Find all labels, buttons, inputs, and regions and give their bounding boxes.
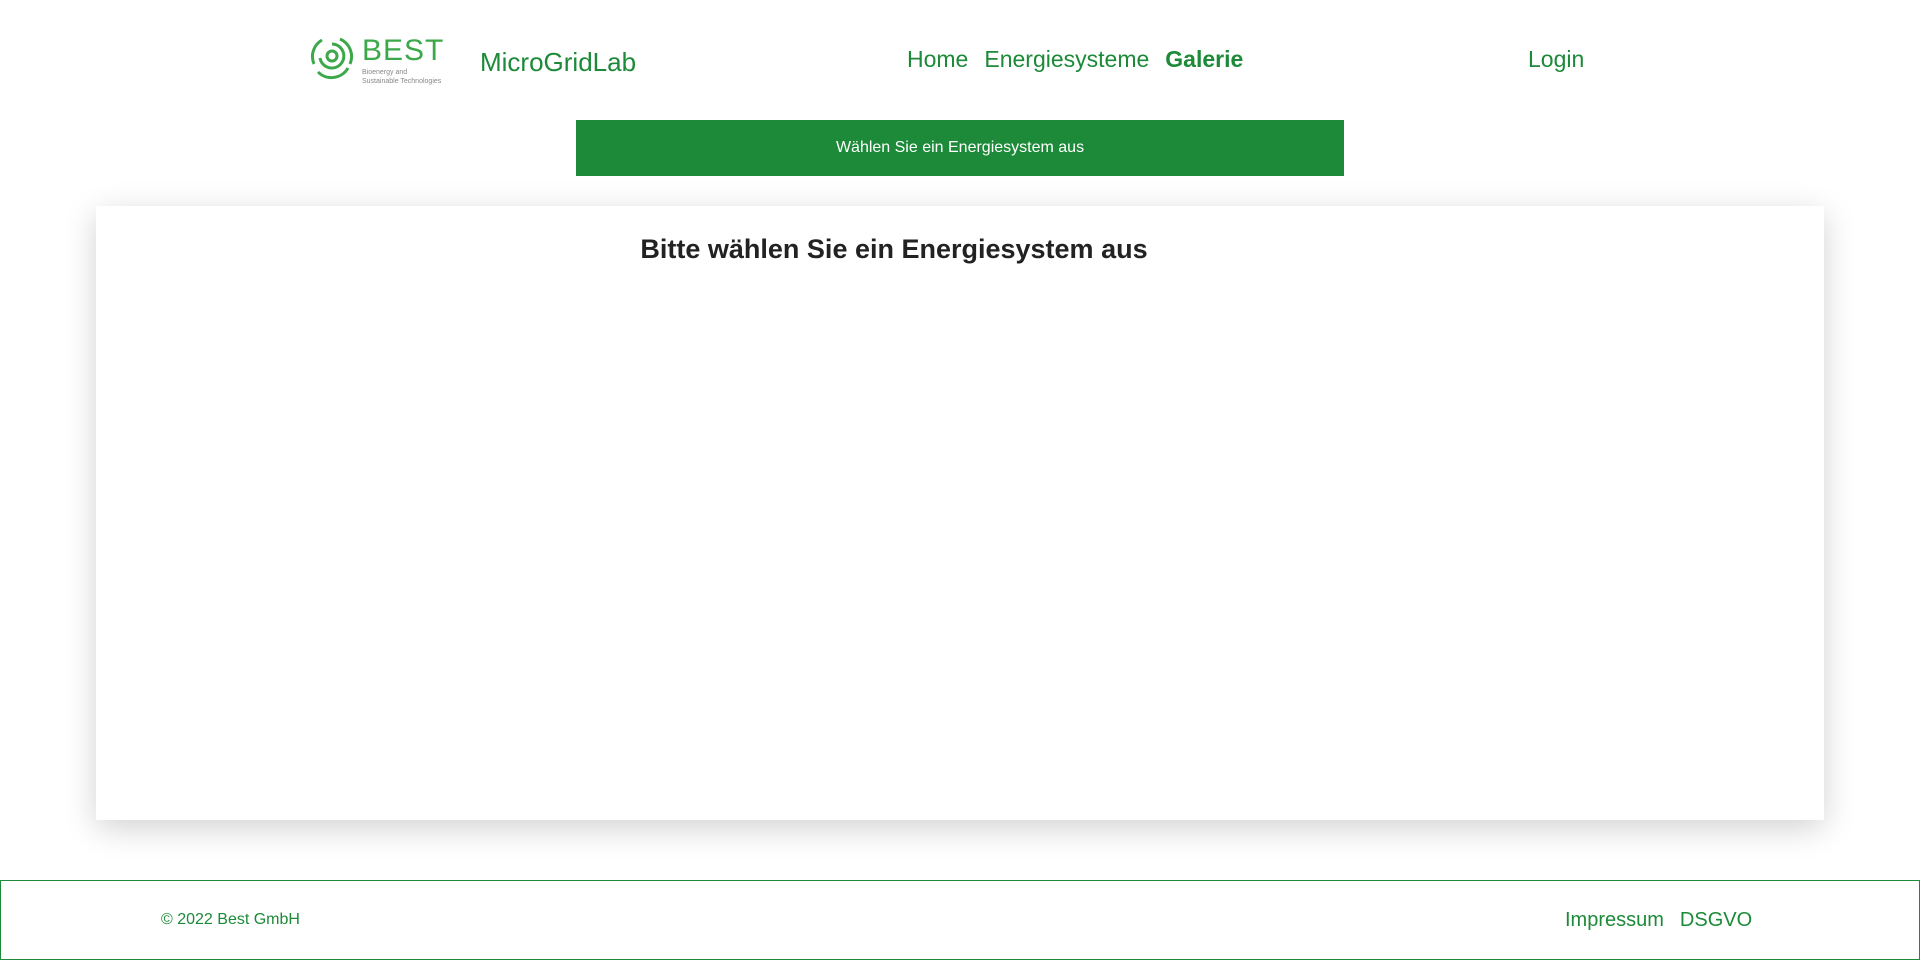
brand-name: MicroGridLab (480, 47, 637, 77)
login-link[interactable]: Login (1528, 44, 1584, 74)
brand-link[interactable]: BEST Bioenergy and Sustainable Technolog… (310, 34, 636, 90)
imprint-link[interactable]: Impressum (1565, 909, 1664, 932)
footer-links: Impressum DSGVO (1565, 909, 1752, 932)
nav-home[interactable]: Home (907, 44, 968, 74)
best-logo: BEST Bioenergy and Sustainable Technolog… (310, 34, 444, 85)
privacy-link[interactable]: DSGVO (1680, 909, 1752, 932)
card-title: Bitte wählen Sie ein Energiesystem aus (640, 234, 1148, 264)
nav-gallery[interactable]: Galerie (1165, 44, 1243, 74)
svg-text:Bioenergy and: Bioenergy and (362, 69, 407, 76)
select-energy-system-button[interactable]: Wählen Sie ein Energiesystem aus (576, 120, 1344, 176)
copyright-text: © 2022 Best GmbH (161, 911, 300, 928)
content-card: Bitte wählen Sie ein Energiesystem aus (96, 206, 1824, 820)
site-footer: © 2022 Best GmbH Impressum DSGVO (0, 880, 1920, 960)
site-header: BEST Bioenergy and Sustainable Technolog… (0, 0, 1920, 120)
svg-text:BEST: BEST (362, 34, 444, 67)
nav-energy-systems[interactable]: Energiesysteme (984, 44, 1149, 74)
main-nav: Home Energiesysteme Galerie (907, 44, 1243, 74)
svg-text:Sustainable Technologies: Sustainable Technologies (362, 78, 442, 85)
